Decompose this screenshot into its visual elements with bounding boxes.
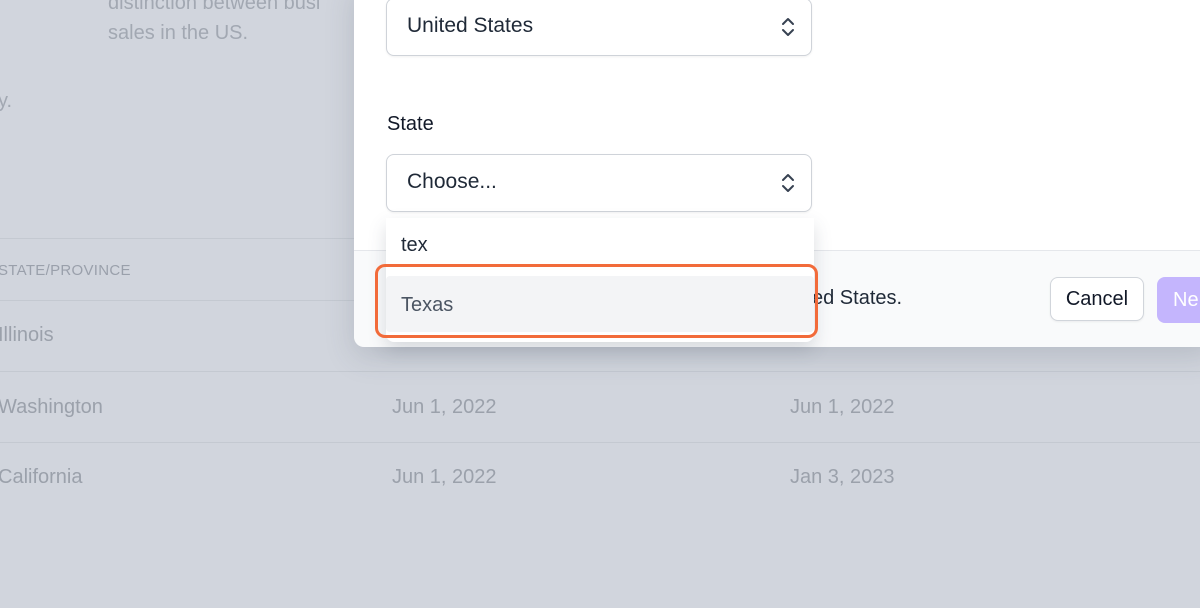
- chevron-up-down-icon: [782, 174, 794, 192]
- next-button[interactable]: Ne: [1157, 277, 1200, 323]
- cancel-button[interactable]: Cancel: [1050, 277, 1144, 321]
- state-label: State: [387, 113, 434, 135]
- state-select-value: Choose...: [407, 170, 497, 193]
- table-cell-state: California: [0, 466, 83, 488]
- table-cell-state: Washington: [0, 396, 103, 418]
- table-cell-date: Jun 1, 2022: [392, 466, 497, 488]
- chevron-up-down-icon: [782, 18, 794, 36]
- highlight-outline: [375, 264, 818, 338]
- table-cell-date: Jan 3, 2023: [790, 466, 895, 488]
- dropdown-search-input[interactable]: tex: [401, 234, 428, 257]
- table-cell-state: Illinois: [0, 324, 54, 346]
- country-select[interactable]: United States: [386, 0, 812, 56]
- state-select[interactable]: Choose...: [386, 154, 812, 212]
- table-cell-date: Jun 1, 2022: [392, 396, 497, 418]
- divider: [0, 371, 1200, 372]
- text-fragment: y.: [0, 90, 13, 112]
- country-select-value: United States: [407, 14, 534, 37]
- column-header-state: STATE/PROVINCE: [0, 262, 131, 279]
- divider: [0, 442, 1200, 443]
- table-cell-date: Jun 1, 2022: [790, 396, 895, 418]
- description-text: distinction between busi sales in the US…: [108, 0, 321, 44]
